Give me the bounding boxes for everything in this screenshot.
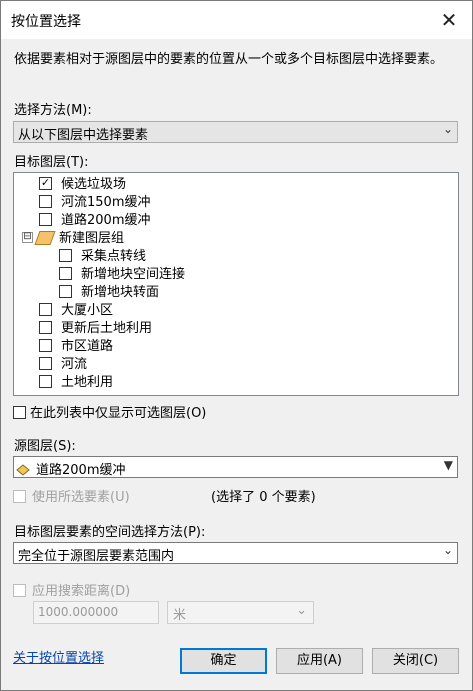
checkbox[interactable] [39, 339, 52, 352]
layer-group-icon [34, 230, 56, 245]
only-selectable-checkbox[interactable] [13, 406, 26, 419]
polygon-layer-icon [16, 463, 30, 476]
search-distance-option[interactable]: 应用搜索距离(D) [13, 580, 130, 599]
layer-label: 大厦小区 [61, 303, 114, 318]
use-selected-option[interactable]: 使用所选要素(U) [13, 486, 130, 505]
layer-label: 市区道路 [61, 339, 114, 354]
layer-group-label: 新建图层组 [59, 231, 125, 246]
spatial-method-label: 目标图层要素的空间选择方法(P): [14, 525, 206, 540]
dialog-description: 依据要素相对于源图层中的要素的位置从一个或多个目标图层中选择要素。 [14, 52, 444, 67]
layer-label: 新增地块空间连接 [81, 267, 186, 282]
list-item[interactable]: 河流150m缓冲 [39, 194, 150, 212]
source-layer-value: 道路200m缓冲 [36, 463, 126, 478]
chevron-down-icon: ⌄ [442, 543, 453, 557]
checkbox[interactable] [39, 303, 52, 316]
source-layer-dropdown[interactable]: 道路200m缓冲 ▼ [13, 456, 458, 478]
search-distance-label: 应用搜索距离(D) [32, 584, 131, 599]
spatial-method-value: 完全位于源图层要素范围内 [18, 549, 175, 564]
layer-group-item[interactable]: ⊟ 新建图层组 [22, 230, 124, 248]
selection-method-label: 选择方法(M): [14, 103, 92, 118]
spatial-method-dropdown[interactable]: 完全位于源图层要素范围内 ⌄ [13, 542, 458, 564]
only-selectable-option[interactable]: 在此列表中仅显示可选图层(O) [13, 402, 206, 421]
search-distance-value: 1000.000000 [38, 605, 119, 619]
chevron-down-icon: ⌄ [296, 603, 307, 618]
search-distance-checkbox[interactable] [13, 584, 26, 597]
selected-count-status: (选择了 0 个要素) [211, 490, 316, 505]
source-layer-label: 源图层(S): [14, 439, 76, 454]
layer-label: 新增地块转面 [81, 285, 160, 300]
list-item[interactable]: 新增地块空间连接 [59, 266, 185, 284]
layer-label: 河流 [61, 357, 88, 372]
apply-button[interactable]: 应用(A) [276, 648, 363, 674]
checkbox[interactable]: ✓ [39, 177, 52, 190]
checkbox[interactable] [59, 285, 72, 298]
checkbox[interactable] [39, 321, 52, 334]
distance-unit-value: 米 [173, 608, 187, 623]
list-item[interactable]: 土地利用 [39, 374, 113, 392]
checkbox[interactable] [59, 267, 72, 280]
close-icon[interactable]: ✕ [436, 7, 462, 33]
checkbox[interactable] [59, 249, 72, 262]
list-item[interactable]: 更新后土地利用 [39, 320, 152, 338]
layer-label: 更新后土地利用 [61, 321, 153, 336]
use-selected-label: 使用所选要素(U) [32, 490, 130, 505]
checkbox[interactable] [39, 375, 52, 388]
layer-label: 河流150m缓冲 [61, 195, 151, 210]
list-item[interactable]: ✓ 候选垃圾场 [39, 176, 126, 194]
list-item[interactable]: 道路200m缓冲 [39, 212, 150, 230]
layer-label: 候选垃圾场 [61, 177, 127, 192]
target-layers-label: 目标图层(T): [14, 155, 89, 170]
distance-unit-dropdown[interactable]: 米 ⌄ [167, 601, 314, 624]
checkbox[interactable] [39, 195, 52, 208]
checkbox[interactable] [39, 213, 52, 226]
list-item[interactable]: 市区道路 [39, 338, 113, 356]
list-item[interactable]: 河流 [39, 356, 87, 374]
help-link[interactable]: 关于按位置选择 [13, 647, 104, 666]
list-item[interactable]: 新增地块转面 [59, 284, 159, 302]
layer-label: 道路200m缓冲 [61, 213, 151, 228]
title-bar: 按位置选择 ✕ [1, 1, 472, 39]
list-item[interactable]: 大厦小区 [39, 302, 113, 320]
use-selected-checkbox[interactable] [13, 490, 26, 503]
layer-label: 土地利用 [61, 375, 114, 390]
checkbox[interactable] [39, 357, 52, 370]
ok-button[interactable]: 确定 [180, 648, 267, 674]
chevron-down-icon[interactable]: ▼ [444, 458, 453, 472]
chevron-down-icon: ⌄ [442, 122, 453, 136]
search-distance-input[interactable]: 1000.000000 [33, 601, 159, 624]
selection-method-dropdown[interactable]: 从以下图层中选择要素 ⌄ [13, 121, 458, 143]
only-selectable-label: 在此列表中仅显示可选图层(O) [30, 406, 207, 421]
dialog-title: 按位置选择 [11, 14, 81, 30]
select-by-location-dialog: 按位置选择 ✕ 依据要素相对于源图层中的要素的位置从一个或多个目标图层中选择要素… [0, 0, 473, 691]
collapse-icon[interactable]: ⊟ [22, 232, 33, 243]
list-item[interactable]: 采集点转线 [59, 248, 146, 266]
selection-method-value: 从以下图层中选择要素 [18, 128, 149, 143]
target-layers-list[interactable]: ✓ 候选垃圾场 河流150m缓冲 道路200m缓冲 ⊟ 新建图层组 采集点转线 新增… [13, 172, 459, 396]
layer-label: 采集点转线 [81, 249, 147, 264]
close-button[interactable]: 关闭(C) [372, 648, 459, 674]
source-layer-value-wrap: 道路200m缓冲 [16, 459, 125, 478]
